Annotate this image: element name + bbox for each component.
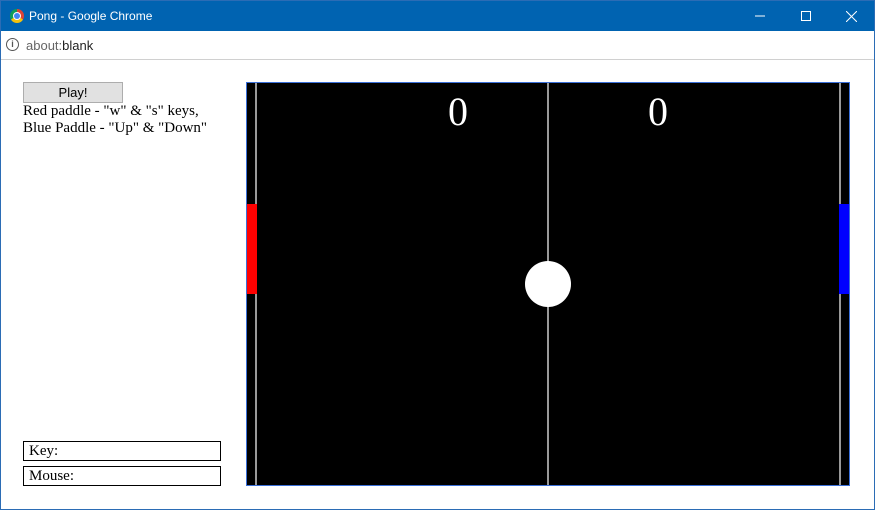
instructions: Red paddle - "w" & "s" keys, Blue Paddle… (23, 103, 207, 137)
minimize-button[interactable] (737, 1, 783, 31)
info-icon[interactable]: i (6, 38, 19, 51)
close-icon (845, 10, 857, 22)
url-text[interactable]: about:blank (26, 38, 93, 53)
instructions-red: Red paddle - "w" & "s" keys, (23, 103, 199, 119)
blue-score: 0 (648, 89, 668, 134)
play-button[interactable]: Play! (23, 82, 123, 103)
maximize-icon (801, 11, 811, 21)
instructions-blue: Blue Paddle - "Up" & "Down" (23, 120, 208, 136)
url-scheme: about: (26, 38, 63, 53)
maximize-button[interactable] (783, 1, 829, 31)
title-bar[interactable]: Pong - Google Chrome (1, 1, 874, 31)
red-score: 0 (448, 89, 468, 134)
browser-window: Pong - Google Chrome i about:blank Play!… (0, 0, 875, 510)
window-title: Pong - Google Chrome (29, 9, 153, 23)
ball (525, 261, 571, 307)
minimize-icon (755, 15, 765, 17)
close-button[interactable] (828, 1, 874, 31)
game-canvas[interactable]: 0 0 (246, 82, 850, 486)
mouse-readout: Mouse: (23, 466, 221, 486)
chrome-icon (10, 9, 24, 23)
blue-paddle (839, 204, 849, 294)
address-bar[interactable]: i about:blank (1, 31, 874, 60)
url-path: blank (62, 38, 94, 53)
key-readout: Key: (23, 441, 221, 461)
red-paddle (247, 204, 257, 294)
